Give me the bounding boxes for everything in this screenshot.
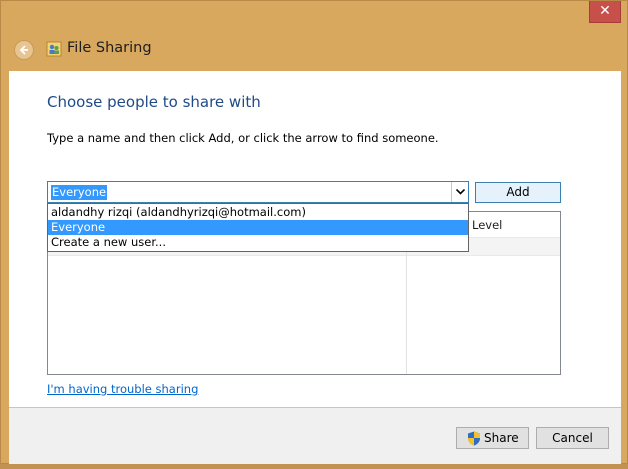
close-icon: ✕	[599, 3, 611, 19]
instruction-text: Type a name and then click Add, or click…	[47, 131, 439, 145]
user-dropdown-list[interactable]: aldandhy rizqi (aldandhyrizqi@hotmail.co…	[47, 203, 469, 252]
chevron-down-icon	[456, 189, 465, 195]
list-item[interactable]: Create a new user...	[48, 235, 468, 250]
close-button[interactable]: ✕	[589, 1, 621, 23]
page-heading: Choose people to share with	[47, 93, 261, 111]
cancel-button[interactable]: Cancel	[536, 427, 609, 449]
list-item[interactable]: aldandhy rizqi (aldandhyrizqi@hotmail.co…	[48, 205, 468, 220]
window-title: File Sharing	[67, 40, 152, 56]
file-sharing-window: ✕ File Sharing Choose people to share wi…	[0, 0, 628, 465]
people-icon	[46, 41, 62, 57]
user-name-combobox[interactable]: Everyone	[47, 181, 469, 203]
uac-shield-icon	[468, 431, 480, 446]
list-item[interactable]: Everyone	[48, 220, 468, 235]
back-button[interactable]	[14, 40, 34, 60]
content-area: Choose people to share with Type a name …	[9, 71, 621, 407]
trouble-sharing-link[interactable]: I'm having trouble sharing	[47, 382, 198, 396]
back-arrow-icon	[19, 45, 28, 55]
footer-bar	[9, 408, 621, 465]
title-area: File Sharing	[1, 31, 627, 71]
combo-selected-text[interactable]: Everyone	[51, 185, 108, 200]
share-button[interactable]: Share	[456, 427, 529, 449]
combo-dropdown-button[interactable]	[451, 182, 468, 202]
share-button-label: Share	[484, 431, 519, 445]
permission-level-header[interactable]: Level	[472, 218, 502, 232]
add-button[interactable]: Add	[475, 182, 561, 203]
taskbar-strip	[0, 464, 628, 469]
